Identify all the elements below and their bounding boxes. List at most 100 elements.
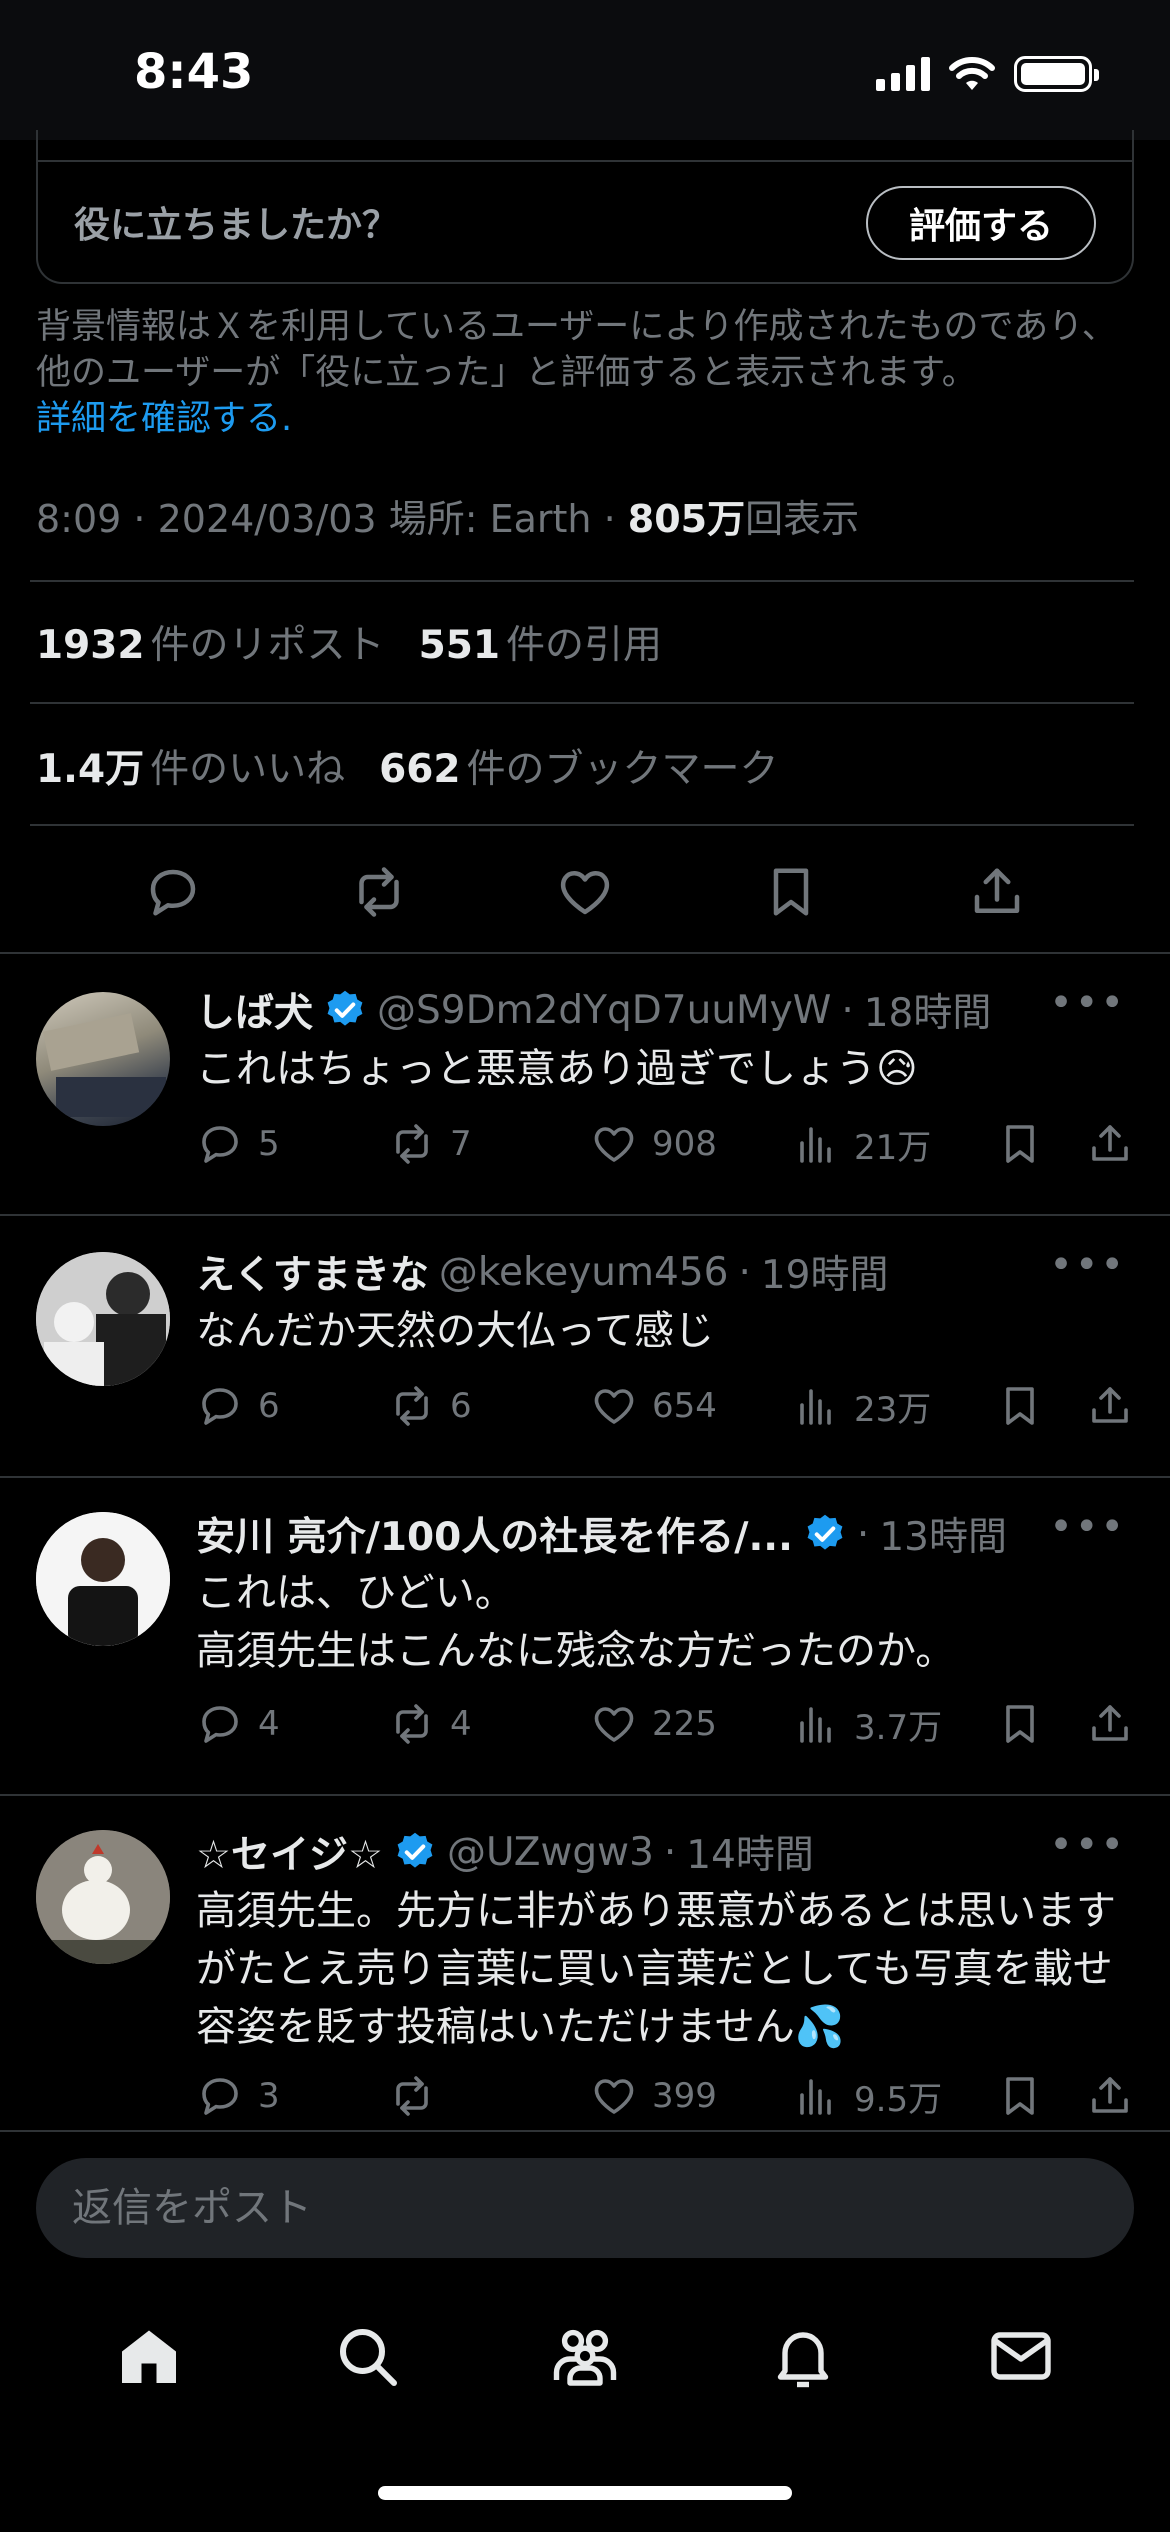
repost-icon[interactable] <box>349 862 409 922</box>
bookmark-button[interactable] <box>996 1700 1044 1748</box>
notifications-icon[interactable] <box>767 2320 839 2392</box>
like-count-button[interactable]: 654 <box>590 1382 717 1430</box>
reply-count-button[interactable]: 5 <box>196 1120 280 1168</box>
like-count-button[interactable]: 225 <box>590 1700 717 1748</box>
share-icon <box>1092 1125 1128 1161</box>
home-indicator <box>378 2486 792 2500</box>
bookmark-button[interactable] <box>996 1382 1044 1430</box>
reply-input[interactable] <box>36 2158 1134 2258</box>
repost-count: 6 <box>450 1386 472 1426</box>
analytics-icon <box>800 2078 831 2115</box>
divider <box>30 824 1134 826</box>
note-info-text: 背景情報はＸを利用しているユーザーにより作成されたものであり、他のユーザーが「役… <box>36 307 1117 439</box>
home-icon[interactable] <box>113 2320 185 2392</box>
reply-time: 13時間 <box>879 1515 1007 1560</box>
author-handle[interactable]: @kekeyum456 <box>439 1250 729 1295</box>
reply-item[interactable]: ☆セイジ☆ @UZwgw3 · 14時間 ••• 高須先生。先方に非があり悪意が… <box>0 1794 1170 2128</box>
reply-header: しば犬 @S9Dm2dYqD7uuMyW · 18時間 <box>196 982 991 1038</box>
bookmark-icon <box>1006 2077 1034 2115</box>
repost-icon <box>396 2076 428 2116</box>
reply-actions: 6 6 654 23万 <box>196 1382 1136 1438</box>
author-name[interactable]: ☆セイジ☆ <box>196 1824 383 1880</box>
views-count: 3.7万 <box>854 1708 943 1748</box>
reply-time: 18時間 <box>863 991 992 1036</box>
share-icon <box>1092 1705 1128 1741</box>
reply-item[interactable]: 安川 亮介/100人の社長を作る/... · 13時間 ••• これは、ひどい。… <box>0 1476 1170 1794</box>
avatar[interactable] <box>36 992 170 1126</box>
more-options-icon[interactable]: ••• <box>1049 980 1126 1026</box>
messages-icon[interactable] <box>985 2320 1057 2392</box>
post-meta: 8:09 · 2024/03/03 場所: Earth · 805万回表示 <box>36 497 860 541</box>
post-action-bar <box>0 840 1170 944</box>
verified-badge-icon <box>807 1514 843 1550</box>
bookmark-button[interactable] <box>996 2072 1044 2120</box>
author-name[interactable]: えくすまきな <box>196 1244 429 1300</box>
repost-count-button[interactable] <box>388 2072 450 2120</box>
more-options-icon[interactable]: ••• <box>1049 1242 1126 1288</box>
analytics-icon <box>800 1706 831 1743</box>
avatar[interactable] <box>36 1830 170 1964</box>
avatar[interactable] <box>36 1512 170 1646</box>
divider <box>30 580 1134 582</box>
learn-more-link[interactable]: 詳細を確認する <box>36 399 281 439</box>
author-name[interactable]: 安川 亮介/100人の社長を作る/... <box>196 1506 793 1562</box>
analytics-icon <box>800 1126 831 1163</box>
like-count-button[interactable]: 908 <box>590 1120 717 1168</box>
reply-count: 5 <box>258 1124 280 1164</box>
bookmark-button[interactable] <box>996 1120 1044 1168</box>
rate-button[interactable]: 評価する <box>866 186 1096 260</box>
repost-icon <box>396 1124 428 1164</box>
reply-header: ☆セイジ☆ @UZwgw3 · 14時間 <box>196 1824 814 1880</box>
likes-stat[interactable]: 1.4万 件のいいね <box>36 738 345 794</box>
author-handle[interactable]: @S9Dm2dYqD7uuMyW <box>377 988 831 1033</box>
quotes-stat[interactable]: 551 件の引用 <box>419 614 662 670</box>
reply-item[interactable]: えくすまきな @kekeyum456 · 19時間 ••• なんだか天然の大仏っ… <box>0 1214 1170 1476</box>
reply-item[interactable]: しば犬 @S9Dm2dYqD7uuMyW · 18時間 ••• これはちょっと悪… <box>0 952 1170 1214</box>
post-date: 2024/03/03 <box>157 497 377 541</box>
share-button[interactable] <box>1086 1700 1134 1748</box>
repost-count-button[interactable]: 6 <box>388 1382 472 1430</box>
share-icon <box>1092 1387 1128 1423</box>
views-label: 回表示 <box>745 497 860 541</box>
repost-count: 4 <box>450 1704 472 1744</box>
share-button[interactable] <box>1086 1382 1134 1430</box>
reply-header: 安川 亮介/100人の社長を作る/... · 13時間 <box>196 1506 1007 1562</box>
views-count-button[interactable]: 9.5万 <box>792 2072 942 2121</box>
bookmark-icon <box>1006 1125 1034 1163</box>
repost-count: 7 <box>450 1124 472 1164</box>
wifi-icon <box>949 57 995 90</box>
share-icon[interactable] <box>967 862 1027 922</box>
search-icon[interactable] <box>331 2320 403 2392</box>
repost-count-button[interactable]: 4 <box>388 1700 472 1748</box>
like-count: 225 <box>652 1704 717 1744</box>
reply-count: 4 <box>258 1704 280 1744</box>
author-name[interactable]: しば犬 <box>196 982 313 1038</box>
views-count-button[interactable]: 21万 <box>792 1120 931 1169</box>
like-icon[interactable] <box>555 862 615 922</box>
like-count-button[interactable]: 399 <box>590 2072 717 2120</box>
share-button[interactable] <box>1086 2072 1134 2120</box>
like-count: 399 <box>652 2076 717 2116</box>
reply-header: えくすまきな @kekeyum456 · 19時間 <box>196 1244 889 1300</box>
avatar[interactable] <box>36 1252 170 1386</box>
bookmark-icon[interactable] <box>761 862 821 922</box>
analytics-icon <box>800 1388 831 1425</box>
reply-count: 6 <box>258 1386 280 1426</box>
status-icons <box>876 56 1099 92</box>
like-icon <box>594 2079 634 2114</box>
reply-count-button[interactable]: 4 <box>196 1700 280 1748</box>
like-icon <box>594 1127 634 1162</box>
share-button[interactable] <box>1086 1120 1134 1168</box>
views-count-button[interactable]: 23万 <box>792 1382 931 1431</box>
bookmarks-stat[interactable]: 662 件のブックマーク <box>379 738 778 794</box>
more-options-icon[interactable]: ••• <box>1049 1822 1126 1868</box>
reposts-stat[interactable]: 1932 件のリポスト <box>36 614 385 670</box>
reply-count-button[interactable]: 3 <box>196 2072 280 2120</box>
reply-count-button[interactable]: 6 <box>196 1382 280 1430</box>
more-options-icon[interactable]: ••• <box>1049 1504 1126 1550</box>
author-handle[interactable]: @UZwgw3 <box>447 1830 654 1875</box>
reply-icon[interactable] <box>143 862 203 922</box>
communities-icon[interactable] <box>549 2320 621 2392</box>
views-count-button[interactable]: 3.7万 <box>792 1700 942 1749</box>
repost-count-button[interactable]: 7 <box>388 1120 472 1168</box>
